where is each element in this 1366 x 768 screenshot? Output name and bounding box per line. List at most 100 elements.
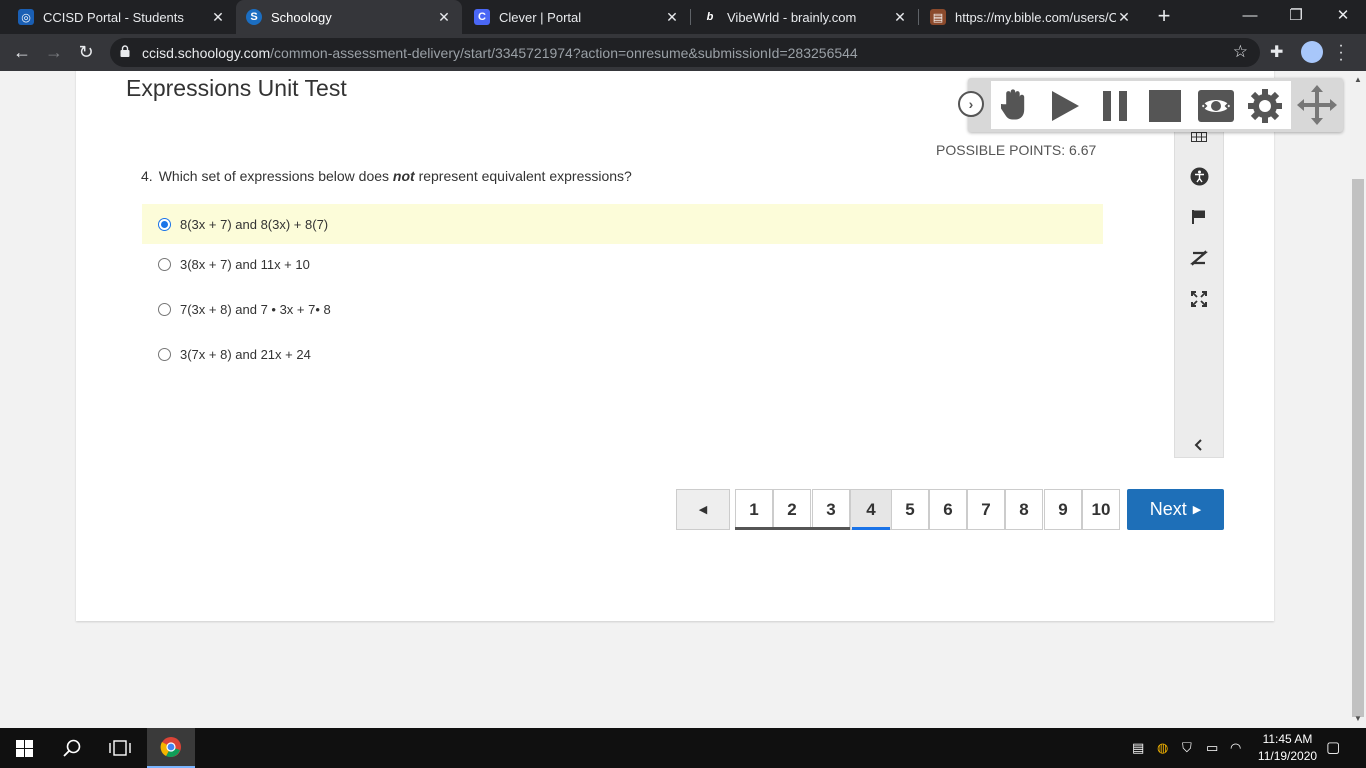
radio-button[interactable] (158, 257, 171, 271)
restore-icon[interactable]: ❐ (1273, 0, 1319, 34)
tab-divider (918, 9, 919, 25)
answered-progress-bar (735, 527, 850, 530)
reload-icon[interactable]: ↻ (73, 40, 99, 66)
read-aloud-toolbar: › (958, 78, 1343, 132)
new-tab-icon[interactable]: + (1151, 4, 1177, 30)
close-tab-icon[interactable]: ✕ (436, 9, 452, 26)
next-button[interactable]: Next ▶ (1127, 489, 1224, 530)
answer-choice-label: 7(3x + 8) and 7 • 3x + 7• 8 (180, 301, 331, 317)
possible-points: POSSIBLE POINTS: 6.67 (936, 142, 1097, 158)
answer-choice-label: 3(8x + 7) and 11x + 10 (180, 256, 310, 272)
question-text-before: Which set of expressions below does (158, 168, 393, 184)
close-tab-icon[interactable]: ✕ (664, 9, 680, 26)
radio-button-selected[interactable] (158, 217, 171, 231)
tray-norton-icon[interactable]: ◍ (1157, 740, 1168, 756)
page-button-5[interactable]: 5 (891, 489, 929, 530)
browser-tab-strip: ◎ CCISD Portal - Students ✕ S Schoology … (0, 0, 1366, 34)
close-window-icon[interactable]: ✕ (1320, 0, 1366, 34)
question-text-after: represent equivalent expressions? (414, 168, 632, 184)
tab-ccisd-portal[interactable]: ◎ CCISD Portal - Students ✕ (8, 0, 236, 34)
close-tab-icon[interactable]: ✕ (892, 9, 908, 26)
eliminate-choice-icon[interactable] (1175, 243, 1223, 273)
notifications-icon[interactable]: ▢ (1326, 738, 1340, 756)
assessment-tool-strip (1174, 116, 1224, 458)
previous-question-button[interactable]: ◀ (676, 489, 730, 530)
bookmark-star-icon[interactable]: ☆ (1233, 42, 1248, 62)
screen-mask-icon[interactable] (1194, 87, 1238, 125)
page-button-1[interactable]: 1 (735, 489, 773, 530)
address-bar[interactable]: ccisd.schoology.com/common-assessment-de… (110, 38, 1260, 67)
scrollbar-thumb[interactable] (1352, 179, 1364, 717)
flag-icon[interactable] (1175, 202, 1223, 232)
accessibility-icon[interactable] (1175, 161, 1223, 191)
page-button-9[interactable]: 9 (1044, 489, 1082, 530)
pause-icon[interactable] (1095, 87, 1135, 125)
tab-title: Schoology (271, 9, 332, 25)
collapse-toolbar-chevron-icon[interactable]: › (958, 91, 984, 117)
chrome-menu-icon[interactable]: · · · (1336, 38, 1346, 68)
collapse-left-icon[interactable] (1175, 430, 1223, 460)
answer-choice-a[interactable]: 8(3x + 7) and 8(3x) + 8(7) (142, 204, 1103, 244)
page-button-10[interactable]: 10 (1082, 489, 1120, 530)
scroll-down-arrow-icon[interactable]: ▼ (1354, 714, 1362, 723)
tab-divider (690, 9, 691, 25)
hand-pointer-icon[interactable] (995, 87, 1035, 125)
task-view-icon[interactable] (96, 728, 144, 768)
clock-date: 11/19/2020 (1257, 749, 1318, 763)
answer-choice-b[interactable]: 3(8x + 7) and 11x + 10 (142, 244, 1103, 284)
page-button-8[interactable]: 8 (1005, 489, 1043, 530)
radio-button[interactable] (158, 347, 171, 361)
url-host: ccisd.schoology.com (142, 45, 271, 61)
question-prompt: 4. Which set of expressions below does no… (141, 168, 632, 184)
page-button-7[interactable]: 7 (967, 489, 1005, 530)
read-aloud-controls (991, 81, 1291, 129)
close-tab-icon[interactable]: ✕ (210, 9, 226, 26)
tray-keyboard-icon[interactable]: ▤ (1132, 740, 1144, 756)
page-button-3[interactable]: 3 (812, 489, 850, 530)
chrome-taskbar-icon[interactable] (147, 728, 195, 768)
fullscreen-icon[interactable] (1175, 284, 1223, 314)
answer-choice-label: 3(7x + 8) and 21x + 24 (180, 346, 311, 362)
current-page-indicator (852, 527, 890, 530)
tray-wifi-icon[interactable]: ◠ (1230, 740, 1241, 756)
page-title: Expressions Unit Test (126, 75, 347, 101)
answer-choice-c[interactable]: 7(3x + 8) and 7 • 3x + 7• 8 (142, 289, 1103, 329)
tab-schoology[interactable]: S Schoology ✕ (236, 0, 462, 34)
windows-start-icon[interactable] (0, 728, 48, 768)
tab-clever-portal[interactable]: C Clever | Portal ✕ (464, 0, 690, 34)
tab-bible[interactable]: ▤ https://my.bible.com/users/Ca ✕ (920, 0, 1142, 34)
settings-icon[interactable] (1245, 87, 1285, 125)
page-scrollbar[interactable]: ▲ ▼ (1350, 71, 1366, 728)
close-tab-icon[interactable]: ✕ (1116, 9, 1132, 26)
tab-title: https://my.bible.com/users/Ca (955, 9, 1116, 25)
page-button-2[interactable]: 2 (773, 489, 811, 530)
forward-icon[interactable]: → (41, 40, 67, 66)
schoology-favicon-icon: S (246, 9, 262, 25)
answer-choice-d[interactable]: 3(7x + 8) and 21x + 24 (142, 334, 1103, 374)
browser-toolbar: ← → ↻ ccisd.schoology.com/common-assessm… (0, 34, 1366, 71)
tab-brainly[interactable]: b VibeWrld - brainly.com ✕ (692, 0, 918, 34)
assessment-card: Expressions Unit Test POSSIBLE POINTS: 6… (76, 71, 1274, 621)
tray-defender-icon[interactable]: ⛉ (1182, 740, 1192, 756)
bible-favicon-icon: ▤ (930, 9, 946, 25)
radio-button[interactable] (158, 302, 171, 316)
search-icon[interactable] (48, 728, 96, 768)
play-icon[interactable] (1045, 87, 1085, 125)
tab-title: CCISD Portal - Students (43, 9, 184, 25)
tray-battery-icon[interactable]: ▭ (1206, 740, 1218, 756)
taskbar-clock[interactable]: 11:45 AM 11/19/2020 (1255, 731, 1320, 765)
windows-taskbar: ▤ ◍ ⛉ ▭ ◠ 11:45 AM 11/19/2020 ▢ (0, 728, 1366, 768)
stop-icon[interactable] (1145, 87, 1185, 125)
minimize-icon[interactable]: — (1227, 0, 1273, 34)
page-button-6[interactable]: 6 (929, 489, 967, 530)
move-icon[interactable] (1293, 81, 1341, 129)
avatar[interactable] (1301, 41, 1323, 63)
tab-title: Clever | Portal (499, 9, 582, 25)
lock-icon[interactable] (120, 45, 130, 57)
back-icon[interactable]: ← (9, 40, 35, 66)
extensions-puzzle-icon[interactable]: ✚ (1270, 42, 1288, 61)
ccisd-favicon-icon: ◎ (18, 9, 34, 25)
scroll-up-arrow-icon[interactable]: ▲ (1354, 75, 1362, 84)
url-text: ccisd.schoology.com/common-assessment-de… (142, 45, 858, 61)
page-button-4[interactable]: 4 (850, 489, 892, 530)
